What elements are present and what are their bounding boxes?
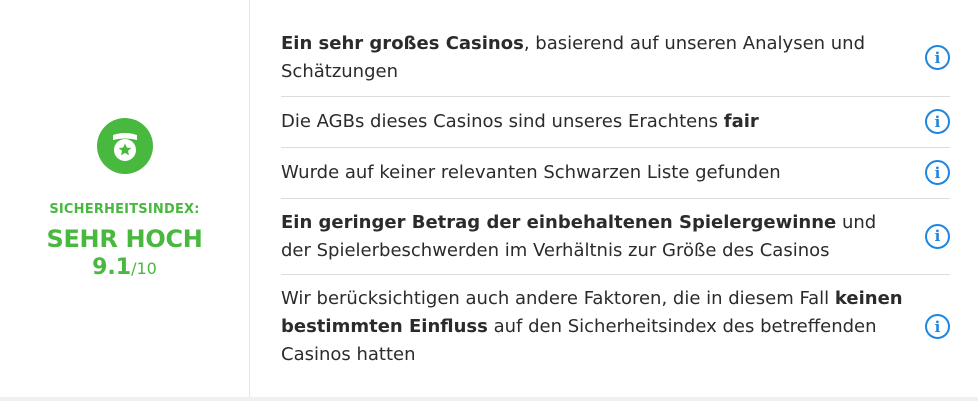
factor-text: Wurde auf keiner relevanten Schwarzen Li… [281,159,906,187]
info-icon[interactable]: i [925,314,950,339]
safety-factors-list: Ein sehr großes Casinos, basierend auf u… [281,20,950,379]
safety-score-value: 9.1 [92,254,132,280]
factor-row: Wir berücksichtigen auch andere Faktoren… [281,275,950,379]
factor-text-bold: Ein sehr großes Casinos [281,33,524,54]
factor-text: Die AGBs dieses Casinos sind unseres Era… [281,108,906,136]
factor-text-bold: Ein geringer Betrag der einbehaltenen Sp… [281,211,837,233]
factor-text-bold: fair [723,111,759,132]
factor-text-part: Wir berücksichtigen auch andere Faktoren… [281,288,835,309]
safety-summary: SICHERHEITSINDEX: SEHR HOCH 9.1/10 [0,0,250,397]
factor-row: Ein sehr großes Casinos, basierend auf u… [281,20,950,97]
factor-text: Ein geringer Betrag der einbehaltenen Sp… [281,209,906,265]
info-icon[interactable]: i [925,109,950,134]
safety-index-card: SICHERHEITSINDEX: SEHR HOCH 9.1/10 Ein s… [0,0,978,401]
safety-score-max: /10 [131,258,157,278]
info-icon[interactable]: i [925,160,950,185]
shield-star-icon [96,117,153,174]
safety-index-label: SICHERHEITSINDEX: [49,201,200,217]
factor-text-part: Wurde auf keiner relevanten Schwarzen Li… [281,162,781,183]
factor-text-part: Die AGBs dieses Casinos sind unseres Era… [281,111,724,132]
factor-text: Ein sehr großes Casinos, basierend auf u… [281,30,906,86]
safety-index-level: SEHR HOCH [46,224,203,253]
factor-row: Wurde auf keiner relevanten Schwarzen Li… [281,148,950,199]
factor-text: Wir berücksichtigen auch andere Faktoren… [281,285,906,369]
info-icon[interactable]: i [925,223,950,249]
info-icon[interactable]: i [925,45,950,70]
safety-index-score: 9.1/10 [92,255,157,280]
factor-row: Die AGBs dieses Casinos sind unseres Era… [281,97,950,148]
factor-row: Ein geringer Betrag der einbehaltenen Sp… [281,199,950,275]
